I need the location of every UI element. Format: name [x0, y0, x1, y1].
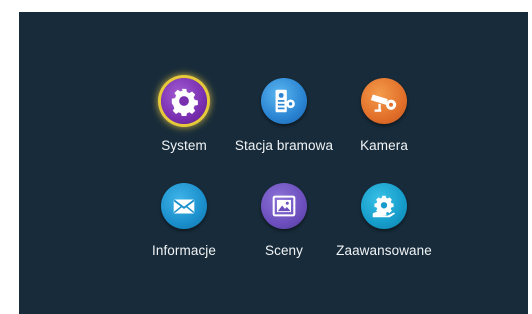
envelope-icon	[161, 183, 207, 229]
camera-icon	[361, 78, 407, 124]
menu-item-label: System	[161, 138, 207, 153]
door-station-icon	[261, 78, 307, 124]
menu-item-label: Kamera	[360, 138, 408, 153]
menu-item-label: Zaawansowane	[336, 243, 432, 258]
hand-gear-icon	[361, 183, 407, 229]
gear-icon	[161, 78, 207, 124]
menu-item-zaawansowane[interactable]: Zaawansowane	[319, 183, 449, 293]
gallery-icon	[261, 183, 307, 229]
menu-item-label: Informacje	[151, 243, 217, 258]
main-menu-screen: System Stacja bramowa Kamera Informacje …	[19, 12, 528, 314]
menu-item-kamera[interactable]: Kamera	[319, 78, 449, 188]
menu-item-label: Sceny	[264, 243, 304, 258]
